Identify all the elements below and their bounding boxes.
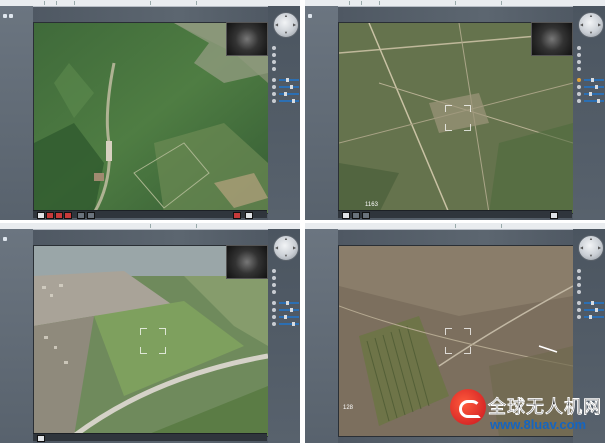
snapshot-icon[interactable] [77,212,85,219]
slider-knob-icon[interactable] [589,92,592,96]
thumbnail-preview[interactable] [226,245,268,279]
slider-knob-icon[interactable] [595,308,598,312]
left-sidebar [0,229,33,443]
ptz-joystick-icon[interactable]: ▲ ▼ ◀ ▶ [273,235,299,261]
slider-track[interactable] [279,323,299,325]
slider-track[interactable] [279,93,299,95]
snapshot-icon[interactable] [87,212,95,219]
watermark-title: 全球无人机网 [488,397,602,417]
slider-knob-icon[interactable] [591,78,594,82]
osd-readout: 128 [343,405,354,411]
slider-knob-icon[interactable] [597,99,600,103]
logo-icon [450,389,486,425]
window-title-bar [305,0,605,7]
target-reticle [445,105,471,131]
viewer-window-3: ▲ ▼ ◀ ▶ [0,223,300,443]
record-icon[interactable] [64,212,72,219]
viewer-window-2: 1163 ▲ ▼ ◀ ▶ [305,0,605,220]
camera-list-icon[interactable] [308,14,312,18]
ptz-control-panel: ▲ ▼ ◀ ▶ [268,6,300,220]
slider-track[interactable] [279,302,299,304]
site-watermark: 全球无人机网 www.8luav.com [448,383,605,443]
slider-knob-icon[interactable] [290,308,293,312]
ptz-control-panel: ▲ ▼ ◀ ▶ [268,229,300,443]
slider-track[interactable] [279,79,299,81]
window-title-bar [0,223,300,230]
window-title-bar [0,0,300,7]
thumbnail-preview[interactable] [531,22,573,56]
osd-readout: 1163 [365,202,378,208]
ptz-control-panel: ▲ ▼ ◀ ▶ [573,6,605,220]
slider-knob-icon[interactable] [595,85,598,89]
slider-track[interactable] [279,316,299,318]
viewer-window-1: ▲ ▼ ◀ ▶ [0,0,300,220]
slider-track[interactable] [584,100,604,102]
slider-track[interactable] [279,86,299,88]
slider-track[interactable] [584,309,604,311]
watermark-url: www.8luav.com [490,417,587,432]
close-icon[interactable] [550,212,558,219]
ptz-joystick-icon[interactable]: ▲ ▼ ◀ ▶ [273,12,299,38]
stop-icon[interactable] [37,435,45,442]
slider-track[interactable] [279,309,299,311]
left-sidebar [0,6,33,220]
playback-toolbar [33,210,267,219]
slider-knob-icon[interactable] [290,85,293,89]
record-icon[interactable] [233,212,241,219]
slider-track[interactable] [584,316,604,318]
slider-knob-icon[interactable] [292,99,295,103]
slider-knob-icon[interactable] [284,92,287,96]
target-reticle [140,328,166,354]
playback-toolbar [338,210,572,219]
slider-knob-icon[interactable] [286,78,289,82]
thumbnail-preview[interactable] [226,22,268,56]
slider-knob-icon[interactable] [589,315,592,319]
slider-track[interactable] [279,100,299,102]
ptz-joystick-icon[interactable]: ▲ ▼ ◀ ▶ [578,235,604,261]
slider-knob-icon[interactable] [286,301,289,305]
stop-icon[interactable] [342,212,350,219]
slider-knob-icon[interactable] [292,322,295,326]
slider-track[interactable] [584,86,604,88]
ptz-joystick-icon[interactable]: ▲ ▼ ◀ ▶ [578,12,604,38]
playback-toolbar [33,433,267,442]
slider-knob-icon[interactable] [284,315,287,319]
camera-list-icon[interactable] [3,14,7,18]
snapshot-icon[interactable] [352,212,360,219]
camera-list-icon-2[interactable] [9,14,13,18]
window-title-bar [305,223,605,230]
record-icon[interactable] [55,212,63,219]
target-reticle [445,328,471,354]
camera-list-icon[interactable] [3,237,7,241]
record-icon[interactable] [46,212,54,219]
left-sidebar [305,229,338,443]
slider-knob-icon[interactable] [591,301,594,305]
slider-track[interactable] [584,93,604,95]
stop-icon[interactable] [37,212,45,219]
snapshot-icon[interactable] [362,212,370,219]
slider-track[interactable] [584,302,604,304]
left-sidebar [305,6,338,220]
slider-track[interactable] [584,79,604,81]
close-icon[interactable] [245,212,253,219]
